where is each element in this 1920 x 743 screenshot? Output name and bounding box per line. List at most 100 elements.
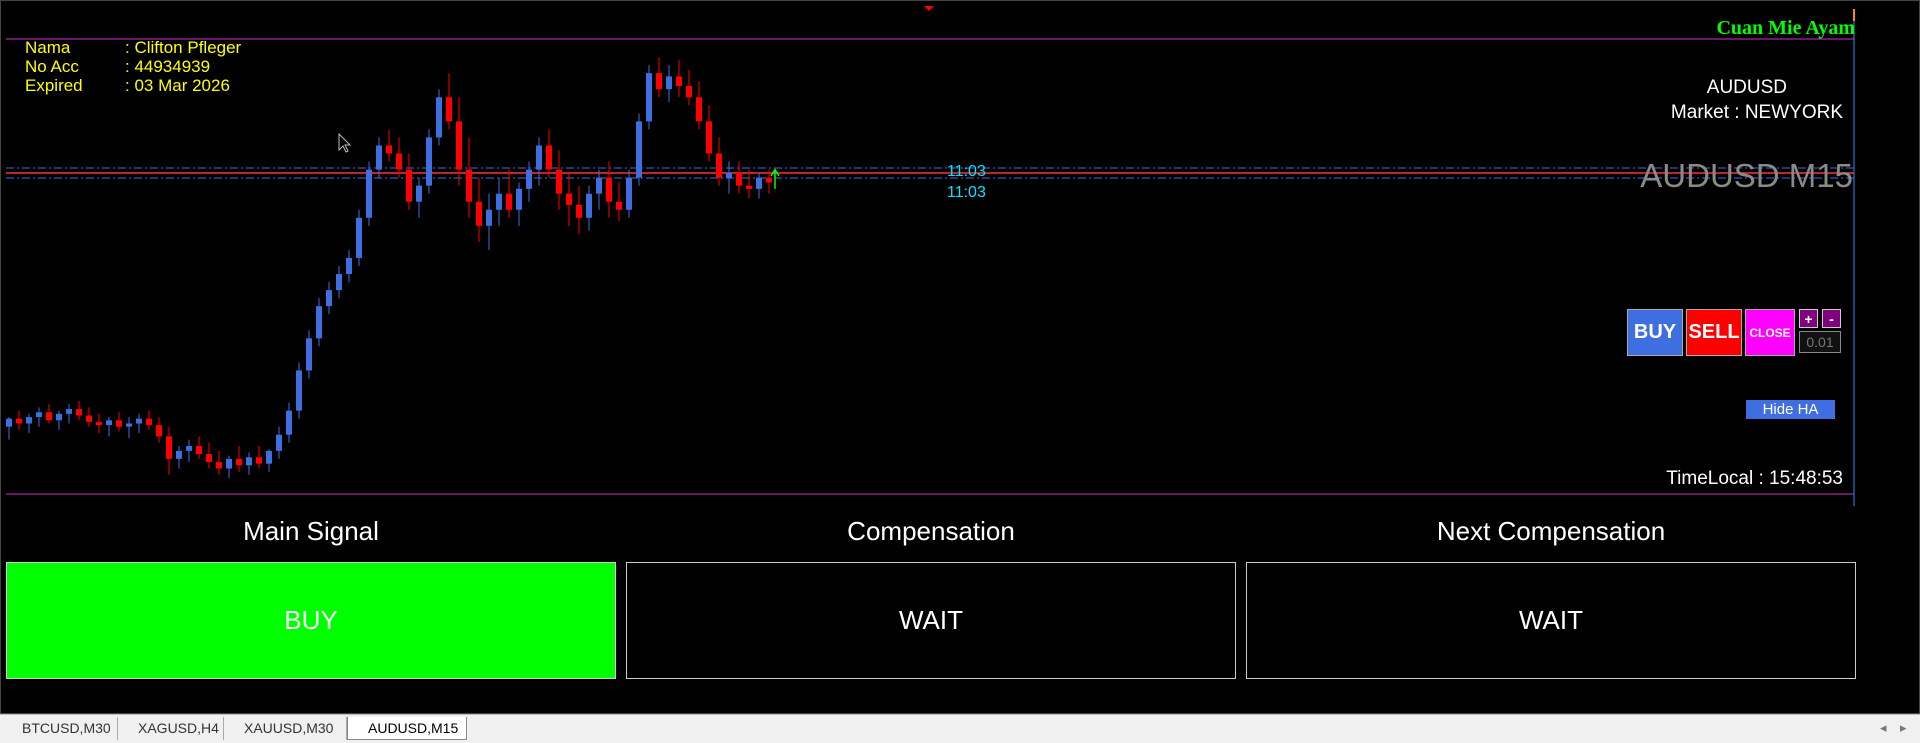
candle-body: [556, 169, 562, 194]
compensation-box: WAIT: [626, 562, 1236, 679]
next-compensation-box: WAIT: [1246, 562, 1856, 679]
candle-body: [326, 290, 332, 307]
candle-body: [376, 145, 382, 170]
market-session-label: Market : NEWYORK: [1670, 102, 1843, 123]
chart-window[interactable]: Nama : Clifton Pfleger No Acc : 44934939 E…: [0, 0, 1920, 714]
candle-body: [406, 169, 412, 202]
chart-tab[interactable]: BTCUSD,M30: [2, 717, 118, 740]
candle-body: [496, 193, 502, 210]
candle-body: [166, 436, 172, 459]
candle-body: [126, 423, 132, 427]
candle-body: [316, 306, 322, 339]
candle-body: [206, 454, 212, 463]
candle-body: [526, 169, 532, 189]
candle-body: [606, 177, 612, 202]
next-compensation-title: Next Compensation: [1436, 516, 1666, 546]
candle-body: [106, 420, 112, 426]
candle-body: [26, 417, 32, 424]
candle-body: [636, 121, 642, 178]
candle-body: [346, 257, 352, 275]
candle-body: [676, 76, 682, 86]
candle-body: [736, 172, 742, 186]
mouse-cursor-icon: [338, 132, 352, 153]
candle-body: [706, 121, 712, 154]
candle-body: [596, 177, 602, 194]
candle-body: [726, 172, 732, 178]
candle-body: [176, 450, 182, 459]
candle-body: [626, 177, 632, 210]
candle-body: [416, 185, 422, 202]
candle-body: [616, 201, 622, 210]
candle-body: [576, 204, 582, 218]
chart-tab[interactable]: AUDUSD,M15: [347, 717, 467, 740]
candle-body: [66, 409, 72, 414]
candle-body: [246, 457, 252, 466]
candle-body: [546, 145, 552, 170]
candle-body: [286, 410, 292, 435]
candle-body: [466, 169, 472, 202]
tab-scroll-right-icon[interactable]: ▸: [1900, 720, 1907, 736]
account-number-label: No Acc: [25, 57, 79, 76]
candle-body: [666, 76, 672, 90]
candle-body: [356, 217, 362, 258]
lot-size-input[interactable]: 0.01: [1799, 331, 1841, 353]
buy-button[interactable]: BUY: [1627, 309, 1683, 356]
name-label: Nama: [25, 38, 71, 57]
candle-body: [226, 458, 232, 469]
candle-body: [396, 153, 402, 170]
candle-body: [436, 97, 442, 138]
tab-scroll-left-icon[interactable]: ◂: [1880, 720, 1887, 736]
candle-body: [486, 209, 492, 226]
sell-button[interactable]: SELL: [1686, 309, 1742, 356]
candle-body: [586, 193, 592, 218]
main-signal-title: Main Signal: [243, 516, 379, 546]
candle-body: [756, 177, 762, 189]
candle-body: [686, 86, 692, 98]
account-info: Nama : Clifton Pfleger No Acc : 44934939 E…: [25, 38, 241, 95]
candle-body: [456, 121, 462, 170]
candle-body: [6, 418, 12, 427]
hide-ha-button[interactable]: Hide HA: [1746, 400, 1835, 419]
candle-body: [746, 185, 752, 189]
candle-body: [146, 418, 152, 426]
chart-tab[interactable]: XAGUSD,H4: [118, 717, 224, 740]
time-local-label: TimeLocal : 15:48:53: [1666, 468, 1843, 489]
candle-body: [56, 413, 62, 421]
candle-body: [236, 458, 242, 466]
candle-body: [16, 418, 22, 424]
candle-body: [76, 409, 82, 416]
close-button[interactable]: CLOSE: [1745, 309, 1795, 356]
candle-body: [196, 446, 202, 455]
candle-body: [446, 97, 452, 122]
candle-body: [536, 145, 542, 170]
lot-increase-button[interactable]: +: [1799, 309, 1818, 328]
trade-panel: BUY SELL CLOSE + - 0.01: [1627, 309, 1841, 356]
candle-body: [566, 193, 572, 205]
candle-body: [276, 434, 282, 451]
candle-body: [46, 412, 52, 421]
candle-body: [186, 446, 192, 451]
chart-tab[interactable]: XAUUSD,M30: [224, 717, 347, 740]
expired-value: : 03 Mar 2026: [125, 76, 230, 95]
candle-body: [646, 73, 652, 122]
shift-marker-icon: [924, 6, 934, 11]
chart-tab-bar: BTCUSD,M30 XAGUSD,H4 XAUUSD,M30 AUDUSD,M15 ◂…: [0, 714, 1920, 743]
expired-label: Expired: [25, 76, 83, 95]
candle-body: [386, 145, 392, 154]
candle-body: [296, 370, 302, 411]
line-time-label: 11:03: [947, 163, 986, 180]
candle-body: [476, 201, 482, 226]
candle-body: [716, 153, 722, 178]
lot-decrease-button[interactable]: -: [1822, 309, 1841, 328]
candle-body: [136, 418, 142, 424]
symbol-label: AUDUSD: [1706, 77, 1787, 98]
candle-body: [766, 177, 772, 183]
main-signal-box: BUY: [6, 562, 616, 679]
account-number-value: : 44934939: [125, 57, 211, 76]
candle-body: [656, 73, 662, 90]
candle-body: [256, 457, 262, 464]
candle-body: [266, 450, 272, 464]
candle-body: [216, 462, 222, 469]
candle-body: [696, 97, 702, 122]
name-value: : Clifton Pfleger: [125, 38, 242, 57]
